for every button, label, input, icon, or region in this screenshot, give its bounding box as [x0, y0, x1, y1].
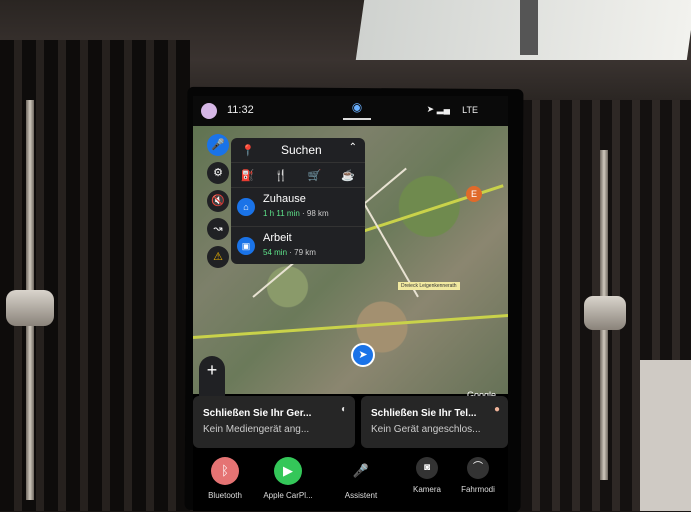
clock: 11:32	[227, 104, 254, 116]
app-label: Apple CarPl...	[263, 491, 313, 500]
drive-mode-icon: ⌒	[467, 457, 489, 479]
camera-icon: ◙	[416, 457, 438, 479]
home-icon: ⌂	[237, 198, 255, 216]
card-subtitle: Kein Mediengerät ang...	[203, 424, 310, 435]
bluetooth-icon: ᛒ	[211, 457, 239, 485]
grocery-icon[interactable]: 🛒	[308, 169, 322, 182]
search-header[interactable]: 📍 Suchen ⌃	[231, 138, 365, 163]
signal-icon: ➤ ▂▄	[426, 104, 450, 114]
map-road	[193, 313, 508, 339]
app-bluetooth[interactable]: ᛒ Bluetooth	[195, 457, 255, 500]
map-poi-marker[interactable]: E	[466, 186, 482, 202]
maps-logo-icon: 📍	[241, 145, 255, 157]
media-source-icon: ◐	[340, 404, 347, 415]
zoom-in-button[interactable]: +	[199, 356, 225, 385]
microphone-icon[interactable]: 🎤	[207, 134, 229, 156]
card-title: Schließen Sie Ihr Tel...	[371, 408, 477, 419]
destination-eta: 54 min · 79 km	[263, 248, 316, 257]
chevron-up-icon[interactable]: ⌃	[349, 142, 357, 153]
media-card[interactable]: Schließen Sie Ihr Ger... Kein Mediengerä…	[193, 396, 355, 448]
microphone-icon: 🎤	[352, 463, 370, 478]
navigation-arrow-icon: ➤	[351, 343, 375, 367]
right-interior-panel	[640, 360, 691, 511]
gas-station-icon[interactable]: ⛽	[241, 169, 255, 182]
card-title: Schließen Sie Ihr Ger...	[203, 408, 312, 419]
app-label: Bluetooth	[208, 491, 242, 500]
window-pillar	[520, 0, 538, 55]
app-label: Fahrmodi	[461, 485, 495, 494]
carplay-icon: ▶	[274, 457, 302, 485]
gear-icon[interactable]: ⚙	[207, 162, 229, 184]
card-subtitle: Kein Gerät angeschlos...	[371, 424, 481, 435]
maps-app-icon[interactable]: ◉	[343, 100, 371, 120]
destination-name: Arbeit	[263, 232, 292, 244]
destination-work[interactable]: ▣ Arbeit 54 min · 79 km	[231, 227, 365, 265]
app-dock: ᛒ Bluetooth ▶ Apple CarPl... 🎤 Assistent…	[193, 451, 508, 511]
app-carplay[interactable]: ▶ Apple CarPl...	[258, 457, 318, 500]
search-title: Suchen	[281, 143, 322, 157]
app-assistant[interactable]: 🎤 Assistent	[331, 457, 391, 500]
coffee-icon[interactable]: ☕	[341, 169, 355, 182]
app-label: Assistent	[344, 491, 378, 500]
destination-name: Zuhause	[263, 193, 306, 205]
restaurant-icon[interactable]: 🍴	[274, 169, 288, 182]
route-icon[interactable]: ↝	[207, 218, 229, 240]
destination-home[interactable]: ⌂ Zuhause 1 h 11 min · 98 km	[231, 188, 365, 227]
user-avatar[interactable]	[201, 103, 217, 119]
destination-eta: 1 h 11 min · 98 km	[263, 209, 329, 218]
app-drive-modes[interactable]: ⌒ Fahrmodi	[448, 457, 508, 494]
phone-status-icon: ●	[493, 404, 500, 415]
warning-icon[interactable]: ⚠	[207, 246, 229, 268]
left-vent-knob	[6, 290, 54, 326]
phone-card[interactable]: Schließen Sie Ihr Tel... Kein Gerät ange…	[361, 396, 508, 448]
status-bar: 11:32 ◉ ➤ ▂▄ LTE	[193, 96, 508, 126]
category-row: ⛽ 🍴 🛒 ☕	[231, 163, 365, 188]
search-panel: 📍 Suchen ⌃ ⛽ 🍴 🛒 ☕ ⌂ Zuhause 1 h 11 min …	[231, 138, 365, 264]
mute-icon[interactable]: 🔇	[207, 190, 229, 212]
infotainment-screen: 11:32 ◉ ➤ ▂▄ LTE Dreieck Leigenkennerath…	[193, 96, 508, 511]
network-type: LTE	[462, 105, 478, 115]
briefcase-icon: ▣	[237, 237, 255, 255]
map-place-label: Dreieck Leigenkennerath	[398, 282, 460, 290]
right-vent-knob	[584, 296, 626, 330]
